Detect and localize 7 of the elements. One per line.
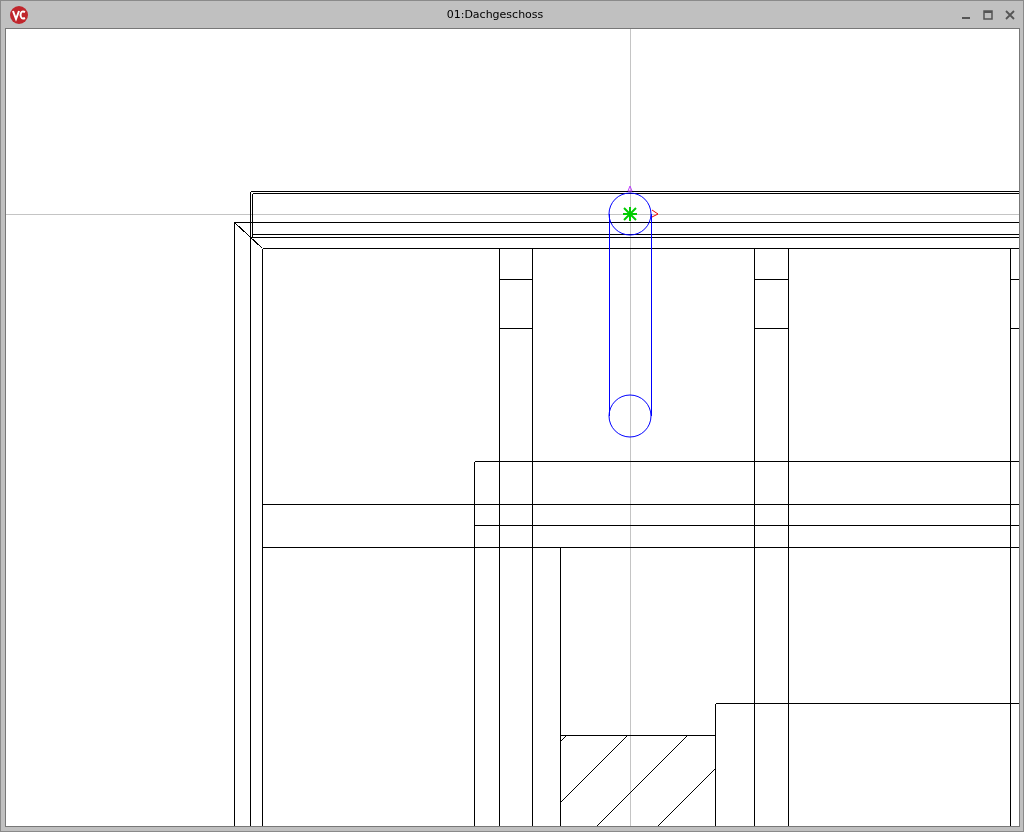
direction-marker-icon[interactable] <box>651 209 659 218</box>
close-icon[interactable] <box>1005 9 1015 20</box>
window-title: 01:Dachgeschoss <box>445 8 545 21</box>
app-logo-icon <box>9 4 29 25</box>
snap-point-icon[interactable] <box>622 206 638 222</box>
maximize-icon[interactable] <box>983 9 993 20</box>
handle-marker-icon[interactable] <box>627 185 633 192</box>
